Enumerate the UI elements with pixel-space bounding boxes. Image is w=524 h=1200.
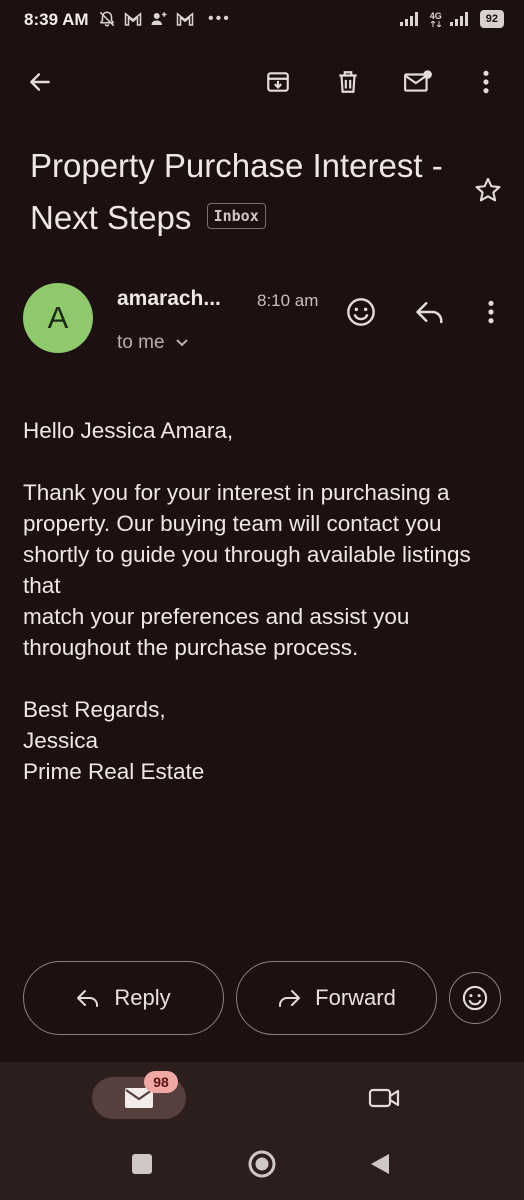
nav-meet-tab[interactable] <box>362 1076 406 1120</box>
add-person-icon <box>151 12 167 25</box>
mark-unread-button[interactable] <box>396 60 440 104</box>
gmail-icon-2 <box>176 12 194 26</box>
status-time: 8:39 AM <box>24 10 89 29</box>
data-arrows-icon <box>430 20 441 27</box>
system-back-button[interactable] <box>358 1142 402 1186</box>
more-notifications-icon: ••• <box>208 10 231 27</box>
archive-button[interactable] <box>256 60 300 104</box>
delete-button[interactable] <box>326 60 370 104</box>
chevron-down-icon <box>175 339 188 347</box>
home-button[interactable] <box>240 1142 284 1186</box>
email-subject: Property Purchase Interest - Next Steps … <box>30 140 460 244</box>
notification-icons: ••• <box>98 10 231 28</box>
unread-count-badge: 98 <box>144 1071 178 1093</box>
reply-button[interactable]: Reply <box>23 961 224 1035</box>
mark-unread-icon <box>404 70 432 92</box>
more-vert-icon <box>488 300 494 324</box>
bell-off-icon <box>99 11 115 27</box>
back-arrow-icon <box>30 73 50 91</box>
reply-icon <box>77 990 99 1007</box>
system-icons: 4G 92 <box>399 10 504 28</box>
emoji-icon <box>462 985 488 1011</box>
network-type: 4G <box>429 10 442 21</box>
forward-label: Forward <box>315 985 396 1010</box>
more-vert-icon <box>483 70 489 94</box>
forward-icon <box>279 990 301 1007</box>
email-time: 8:10 am <box>257 291 319 310</box>
recent-apps-button[interactable] <box>120 1142 164 1186</box>
reply-label: Reply <box>114 985 171 1010</box>
home-circle-icon <box>248 1150 276 1178</box>
signal-icon <box>399 12 418 26</box>
reply-icon-button[interactable] <box>408 290 452 334</box>
network-indicator: 4G <box>429 10 442 27</box>
square-icon <box>132 1154 152 1174</box>
emoji-icon <box>347 298 375 326</box>
back-button[interactable] <box>18 60 62 104</box>
forward-button[interactable]: Forward <box>236 961 437 1035</box>
sender-avatar[interactable]: A <box>23 283 93 353</box>
more-options-button[interactable] <box>464 60 508 104</box>
video-camera-icon <box>368 1088 400 1108</box>
triangle-back-icon <box>371 1154 389 1174</box>
emoji-reaction-button[interactable] <box>449 972 501 1024</box>
inbox-label[interactable]: Inbox <box>206 203 266 230</box>
battery-indicator: 92 <box>479 10 504 28</box>
recipient-text: to me <box>117 332 165 353</box>
delete-icon <box>339 71 357 93</box>
star-icon <box>475 177 501 202</box>
signal-icon-2 <box>449 12 468 26</box>
reply-icon <box>416 302 443 324</box>
star-button[interactable] <box>466 168 510 212</box>
react-emoji-button[interactable] <box>339 290 383 334</box>
email-body: Hello Jessica Amara, Thank you for your … <box>23 418 471 784</box>
gmail-icon <box>124 12 142 26</box>
recipient-details[interactable]: to me <box>117 332 189 354</box>
message-more-button[interactable] <box>469 290 513 334</box>
sender-name[interactable]: amarach... <box>117 287 221 311</box>
archive-icon <box>267 72 289 92</box>
status-bar: 8:39 AM ••• 4G 92 <box>0 0 524 44</box>
